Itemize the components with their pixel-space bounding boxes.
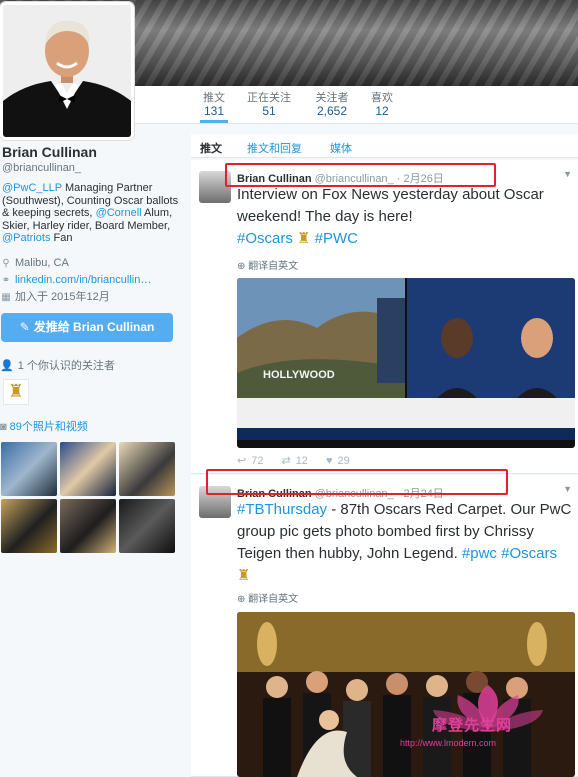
translate-link[interactable]: ⊕ 翻译自英文 [237, 590, 298, 605]
highlight-box [225, 163, 496, 187]
photo-thumbnail[interactable] [119, 498, 175, 553]
tweet-to-label: 发推给 Brian Cullinan [33, 319, 155, 334]
joined-text: 加入于 2015年12月 [15, 290, 110, 303]
profile-website[interactable]: ⚭ linkedin.com/in/briancullin… [0, 272, 186, 289]
hashtag-pwc[interactable]: #pwc [462, 545, 497, 562]
camera-icon: ◙ [0, 420, 7, 433]
tweet-card[interactable]: Brian Cullinan @briancullinan_ · 2月26日 ▼… [191, 160, 578, 474]
globe-icon: ⊕ [237, 261, 246, 272]
svg-text:HOLLYWOOD: HOLLYWOOD [263, 369, 335, 381]
profile-name: Brian Cullinan [2, 144, 97, 160]
stat-value: 2,652 [316, 104, 348, 118]
chevron-down-icon[interactable]: ▼ [563, 484, 572, 494]
tweet-text: Interview on Fox News yesterday about Os… [237, 184, 573, 250]
avatar-portrait-image [3, 5, 131, 137]
stat-value: 12 [375, 104, 389, 118]
tweet-actions: ↩ 72 ⇄ 12 ♥ 29 [237, 454, 368, 468]
bio-mention-pwc[interactable]: @PwC_LLP [2, 182, 62, 194]
retweet-button[interactable]: ⇄ 12 [281, 454, 308, 468]
watermark-url: http://www.lmodern.com [400, 738, 497, 748]
profile-avatar[interactable] [0, 2, 134, 140]
profile-bio: @PwC_LLP Managing Partner (Southwest), C… [2, 182, 180, 245]
bio-text: Fan [50, 232, 73, 244]
oscar-statue-icon: ♜ [237, 567, 251, 584]
tweet-text: #TBThursday - 87th Oscars Red Carpet. Ou… [237, 499, 573, 587]
reply-icon: ↩ [237, 455, 247, 467]
photos-count: 89 [9, 420, 22, 433]
retweet-count: 12 [295, 454, 308, 467]
tab-media[interactable]: 媒体 [330, 140, 352, 156]
tab-tweets-replies[interactable]: 推文和回复 [247, 140, 302, 156]
stat-followers[interactable]: 关注者 2,652 [312, 92, 352, 118]
photos-videos-link[interactable]: ◙ 89 个照片和视频 [0, 421, 186, 434]
location-text: Malibu, CA [15, 256, 69, 269]
globe-icon: ⊕ [237, 594, 246, 605]
oscars-account-avatar[interactable]: ♜ [3, 378, 29, 405]
followers-you-know-label: 1 个你认识的关注者 [17, 359, 115, 372]
tab-tweets[interactable]: 推文 [200, 140, 222, 156]
profile-joined: ▦ 加入于 2015年12月 [0, 289, 186, 306]
profile-location: ⚲ Malibu, CA [0, 255, 186, 272]
oscar-statue-icon: ♜ [297, 230, 311, 247]
watermark-text: 摩登先生网 [432, 717, 513, 734]
hashtag-oscars[interactable]: #Oscars [501, 545, 557, 562]
hashtag-pwc[interactable]: #PWC [315, 230, 358, 247]
stat-value: 131 [203, 104, 225, 118]
website-link[interactable]: linkedin.com/in/briancullin… [15, 274, 151, 287]
photos-label: 个照片和视频 [21, 420, 88, 433]
link-icon: ⚭ [1, 274, 11, 286]
translate-label: 翻译自英文 [248, 594, 299, 605]
hashtag-oscars[interactable]: #Oscars [237, 230, 293, 247]
compose-icon: ✎ [19, 319, 30, 334]
chevron-down-icon[interactable]: ▼ [563, 169, 572, 179]
like-count: 29 [337, 454, 350, 467]
like-button[interactable]: ♥ 29 [326, 454, 350, 467]
stat-following[interactable]: 正在关注 51 [243, 92, 295, 118]
photo-thumbnail[interactable] [60, 441, 116, 496]
translate-label: 翻译自英文 [248, 261, 299, 272]
stat-label: 正在关注 [247, 92, 291, 104]
reply-count: 72 [251, 454, 264, 467]
photo-thumbnail[interactable] [1, 441, 57, 496]
photo-thumbnail[interactable] [60, 498, 116, 553]
retweet-icon: ⇄ [281, 455, 291, 467]
calendar-icon: ▦ [1, 291, 11, 303]
profile-page: 推文 131 正在关注 51 关注者 2,652 喜欢 12 Brian Cul… [0, 0, 578, 777]
timeline-tabs: 推文 推文和回复 媒体 [191, 134, 578, 158]
photo-thumbnail[interactable] [119, 441, 175, 496]
translate-link[interactable]: ⊕ 翻译自英文 [237, 257, 298, 272]
stat-value: 51 [262, 104, 276, 118]
profile-meta: ⚲ Malibu, CA ⚭ linkedin.com/in/briancullin… [0, 255, 186, 306]
bio-mention-cornell[interactable]: @Cornell [96, 207, 142, 219]
tweet-media-image[interactable]: HOLLYWOOD [237, 278, 575, 448]
site-watermark: 摩登先生网 http://www.lmodern.com [398, 680, 578, 755]
fox-news-interview-image: HOLLYWOOD [237, 278, 575, 448]
followers-you-know[interactable]: 👤 1 个你认识的关注者 [0, 360, 186, 373]
stat-likes[interactable]: 喜欢 12 [369, 92, 395, 118]
reply-button[interactable]: ↩ 72 [237, 454, 264, 468]
heart-icon: ♥ [325, 454, 333, 467]
profile-sidebar: Brian Cullinan @briancullinan_ @PwC_LLP … [0, 144, 186, 553]
photo-thumbnail[interactable] [1, 498, 57, 553]
stat-tweets[interactable]: 推文 131 [200, 92, 228, 123]
person-icon: 👤 [0, 359, 14, 372]
highlight-box [206, 469, 508, 495]
tweet-body: Interview on Fox News yesterday about Os… [237, 186, 544, 225]
photo-grid [1, 441, 186, 553]
stat-label: 喜欢 [371, 92, 393, 104]
stat-label: 推文 [203, 92, 225, 104]
bio-mention-patriots[interactable]: @Patriots [2, 232, 50, 244]
tweet-to-button[interactable]: ✎ 发推给 Brian Cullinan [1, 312, 173, 342]
profile-handle: @briancullinan_ [2, 162, 82, 174]
hashtag-tbthursday[interactable]: #TBThursday [237, 501, 327, 518]
stat-label: 关注者 [315, 92, 349, 104]
location-pin-icon: ⚲ [2, 257, 10, 269]
